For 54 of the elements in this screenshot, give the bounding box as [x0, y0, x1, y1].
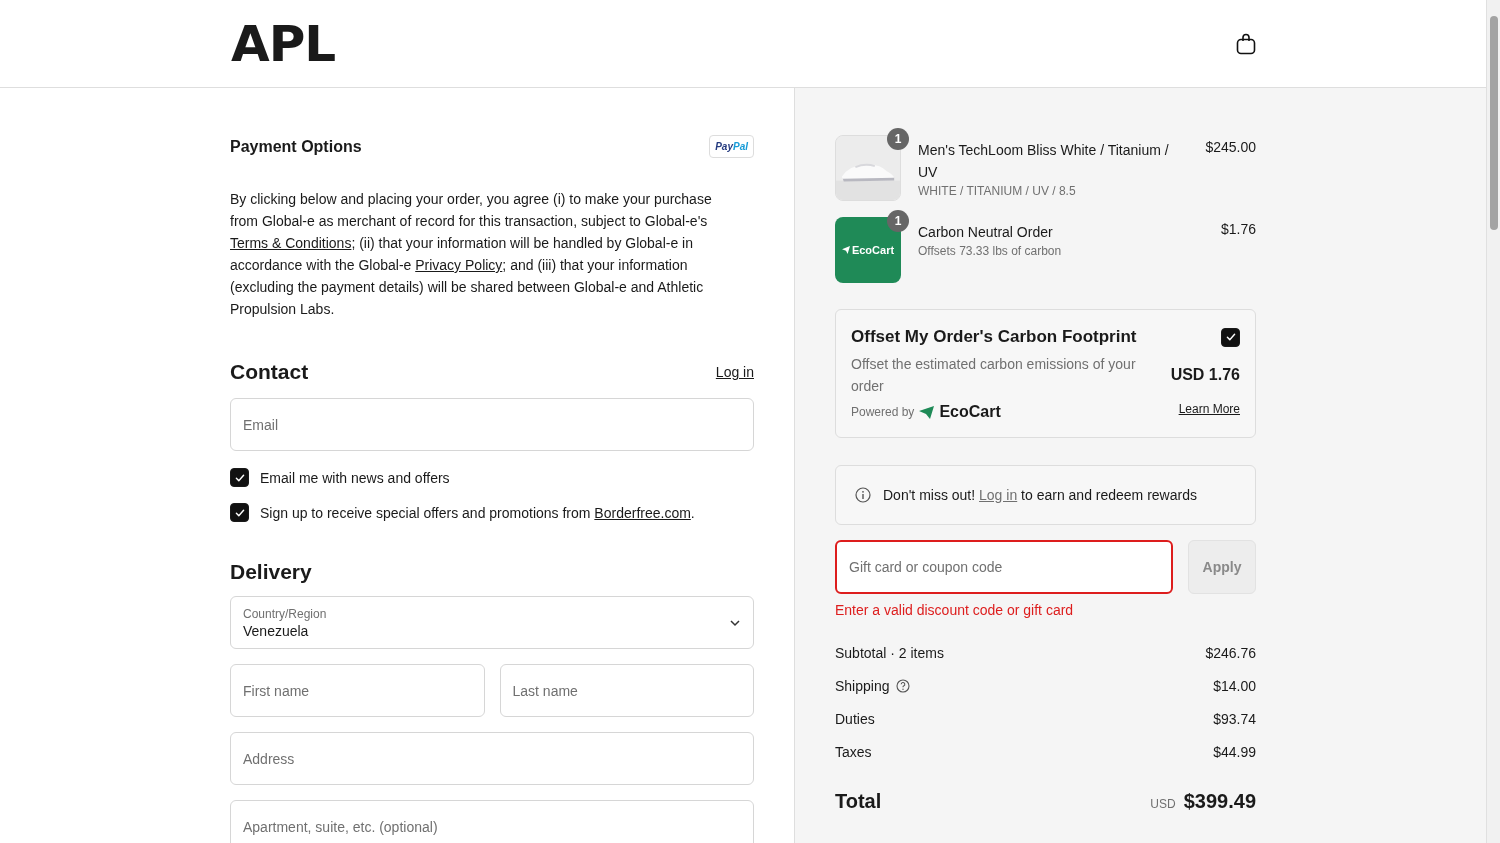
summary-value: $14.00 [1213, 677, 1256, 694]
product-name: Carbon Neutral Order [918, 223, 1054, 242]
currency-code: USD [1150, 797, 1176, 811]
summary-label: Shipping [835, 677, 890, 694]
borderfree-link[interactable]: Borderfree.com [594, 504, 691, 521]
powered-by-text: Powered by [851, 405, 915, 419]
country-select[interactable]: Country/Region Venezuela [230, 596, 754, 649]
paypal-logo: PayPal [709, 135, 754, 158]
offset-price: USD 1.76 [1170, 366, 1240, 384]
section-heading: Contact [230, 360, 309, 384]
paper-plane-icon [919, 405, 935, 419]
card-title: Offset My Order's Carbon Footprint [851, 327, 1137, 347]
check-icon [1224, 331, 1237, 343]
chevron-down-icon [729, 618, 741, 627]
checkbox-label: Sign up to receive special offers and promotions from Borderfree.com. [260, 504, 695, 521]
summary-label: Subtotal · 2 items [835, 644, 944, 661]
scrollbar[interactable] [1486, 0, 1500, 843]
card-description: Offset the estimated carbon emissions of your order [851, 355, 1137, 396]
email-field[interactable]: Email [230, 398, 754, 451]
info-icon [855, 487, 871, 503]
text-field[interactable]: Apartment, suite, etc. (optional) [230, 800, 754, 843]
quantity-badge: 1 [887, 210, 909, 232]
rewards-text: Don't miss out! Log in to earn and redeem rewards [883, 487, 1197, 503]
text-field[interactable]: Address [230, 732, 754, 785]
learn-more-link[interactable]: Learn More [1178, 402, 1240, 416]
summary-value: $246.76 [1205, 644, 1256, 661]
shopping-bag-icon[interactable] [1236, 32, 1256, 55]
summary-label: Duties [835, 710, 875, 727]
login-link[interactable]: Log in [979, 487, 1018, 503]
product-price: $245.00 [1205, 138, 1256, 155]
product-detail: Offsets 73.33 lbs of carbon [918, 244, 1063, 258]
checkbox[interactable] [230, 503, 249, 522]
summary-value: $93.74 [1213, 710, 1256, 727]
checkbox[interactable] [230, 468, 249, 487]
brand-name: EcoCart [939, 403, 1001, 421]
disclaimer-text: By clicking below and placing your order, you agree (i) to make your purchase from Global-e as merchant of record for this transaction, subject to Global-e's Terms & Conditions; (ii) that your information will be handled by Global-e in accordance with the Global-e Privacy Policy; and (iii) that your information (excluding the payment details) will be shared between Global-e and Athletic Propulsion Labs. [230, 190, 713, 319]
checkbox[interactable] [1221, 327, 1240, 347]
total-amount: $399.49 [1183, 790, 1256, 813]
summary-value: $44.99 [1213, 743, 1256, 760]
section-title: Payment Options [230, 137, 362, 156]
error-message: Enter a valid discount code or gift card [835, 602, 1075, 618]
total-label: Total [835, 790, 882, 813]
checkbox-label: Email me with news and offers [260, 469, 450, 486]
product-detail: WHITE / TITANIUM / UV / 8.5 [918, 184, 1077, 198]
section-heading: Delivery [230, 560, 313, 584]
text-field[interactable]: First name [230, 664, 485, 717]
quantity-badge: 1 [887, 128, 909, 150]
login-link[interactable]: Log in [715, 364, 754, 380]
help-icon[interactable] [895, 678, 910, 693]
summary-label: Taxes [835, 743, 872, 760]
product-name: Men's TechLoom Bliss White / Titanium / UV [918, 141, 1170, 182]
product-price: $1.76 [1220, 220, 1256, 237]
logo[interactable]: APL [231, 18, 336, 69]
text-field[interactable]: Last name [499, 664, 754, 717]
